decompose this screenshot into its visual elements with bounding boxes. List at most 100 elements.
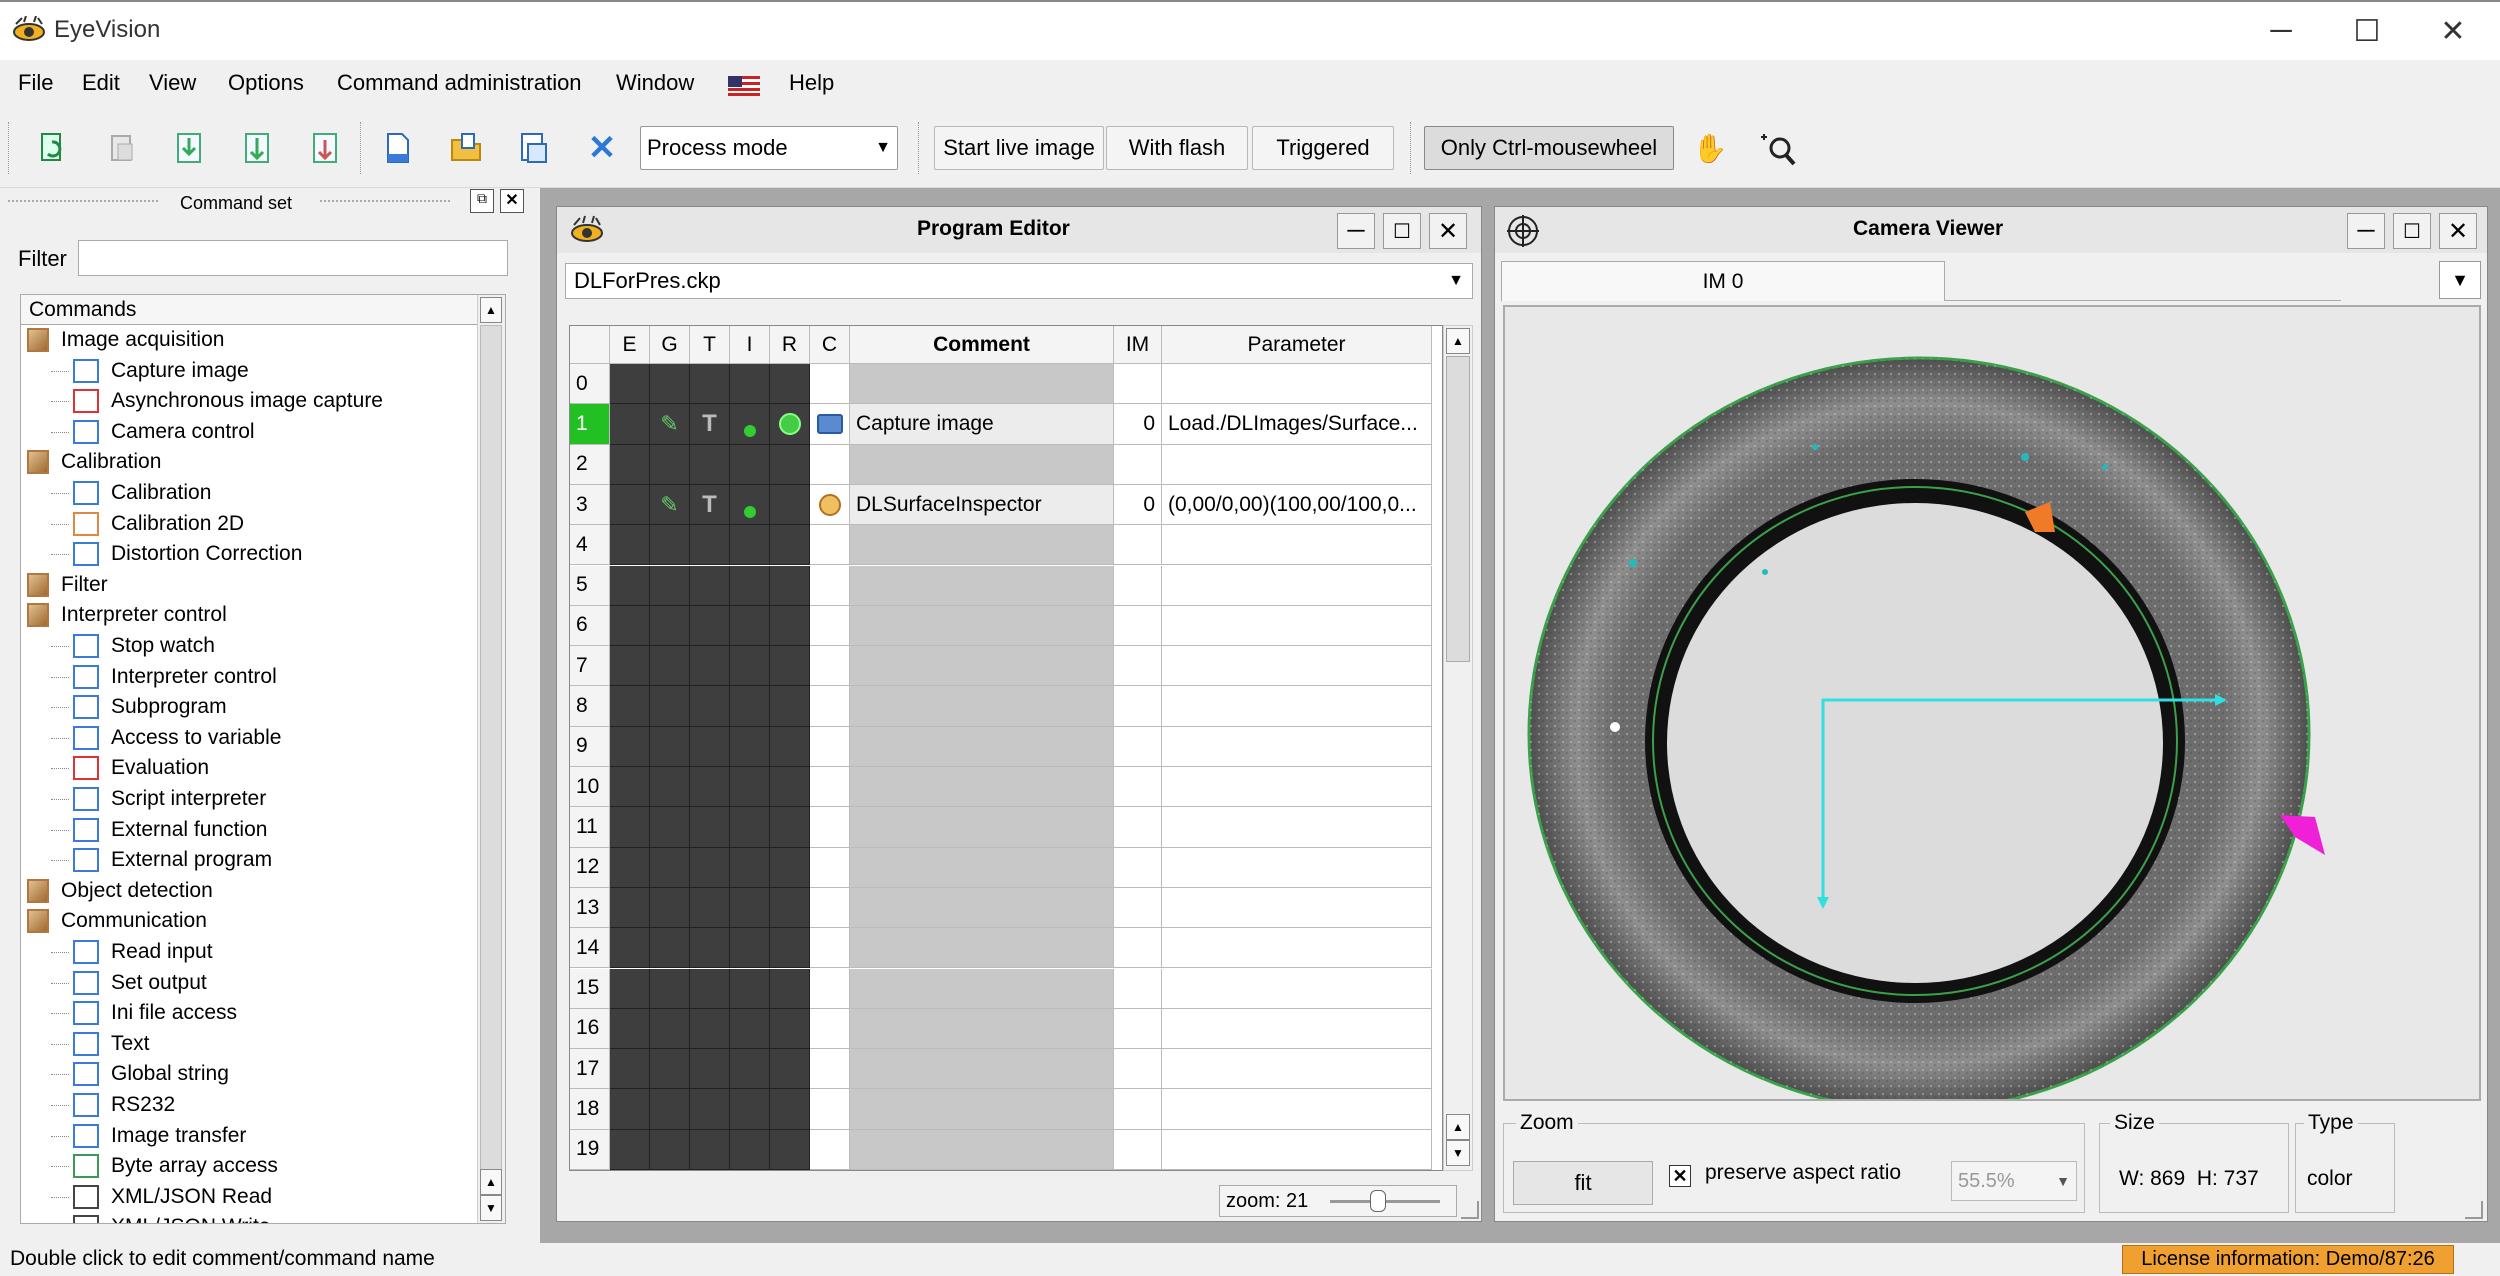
tree-category[interactable]: Object detection: [27, 876, 213, 906]
flag-cell[interactable]: [730, 1008, 770, 1050]
flag-cell[interactable]: T: [690, 484, 730, 526]
new-file-button[interactable]: [376, 126, 420, 170]
tree-item[interactable]: Calibration 2D: [51, 509, 244, 539]
editor-minimize-button[interactable]: ─: [1337, 213, 1375, 249]
flag-cell[interactable]: [690, 605, 730, 647]
im-cell[interactable]: [1114, 686, 1162, 727]
flag-cell[interactable]: [610, 847, 650, 888]
im-cell[interactable]: [1114, 767, 1162, 808]
parameter-cell[interactable]: (0,00/0,00)(100,00/100,0...: [1162, 484, 1432, 526]
flag-cell[interactable]: [610, 1049, 650, 1090]
flag-cell[interactable]: [650, 565, 690, 606]
parameter-cell[interactable]: [1162, 444, 1432, 485]
scroll-thumb[interactable]: [1446, 356, 1470, 662]
im-cell[interactable]: [1114, 565, 1162, 606]
flag-cell[interactable]: [770, 726, 810, 767]
flag-cell[interactable]: [730, 444, 770, 485]
flag-cell[interactable]: [730, 565, 770, 606]
insert-below-button[interactable]: [236, 126, 280, 170]
editor-close-button[interactable]: ✕: [1429, 213, 1467, 249]
flag-cell[interactable]: [770, 807, 810, 848]
comment-cell[interactable]: [850, 767, 1114, 808]
tree-category[interactable]: Calibration: [27, 447, 161, 477]
flag-cell[interactable]: ✎: [650, 484, 690, 526]
flag-cell[interactable]: [690, 1049, 730, 1090]
command-icon-cell[interactable]: [810, 404, 850, 445]
row-number[interactable]: 4: [570, 525, 610, 566]
maximize-button[interactable]: ☐: [2324, 2, 2410, 60]
flag-cell[interactable]: [770, 444, 810, 485]
tree-item[interactable]: XML/JSON Read: [51, 1182, 272, 1212]
flag-cell[interactable]: [650, 686, 690, 727]
flag-cell[interactable]: [730, 686, 770, 727]
license-badge[interactable]: License information: Demo/87:26: [2122, 1245, 2454, 1274]
comment-cell[interactable]: [850, 726, 1114, 767]
comment-cell[interactable]: [850, 1008, 1114, 1050]
command-icon-cell[interactable]: [810, 726, 850, 767]
parameter-cell[interactable]: [1162, 1008, 1432, 1050]
tree-item[interactable]: Ini file access: [51, 998, 237, 1028]
tree-category[interactable]: Communication: [27, 906, 207, 936]
parameter-cell[interactable]: [1162, 364, 1432, 405]
im-cell[interactable]: [1114, 1049, 1162, 1090]
flag-cell[interactable]: [610, 646, 650, 687]
flag-cell[interactable]: [770, 646, 810, 687]
row-number[interactable]: 13: [570, 887, 610, 929]
save-file-button[interactable]: [512, 126, 556, 170]
command-icon-cell[interactable]: [810, 1089, 850, 1130]
parameter-cell[interactable]: [1162, 968, 1432, 1009]
flag-cell[interactable]: [690, 807, 730, 848]
flag-cell[interactable]: [690, 767, 730, 808]
command-icon-cell[interactable]: [810, 444, 850, 485]
row-number[interactable]: 15: [570, 968, 610, 1009]
column-header[interactable]: I: [730, 326, 770, 364]
flag-cell[interactable]: [650, 928, 690, 969]
im-cell[interactable]: 0: [1114, 404, 1162, 445]
menu-command-administration[interactable]: Command administration: [337, 70, 582, 96]
comment-cell[interactable]: [850, 525, 1114, 566]
parameter-cell[interactable]: [1162, 767, 1432, 808]
flag-cell[interactable]: [650, 646, 690, 687]
tree-item[interactable]: Interpreter control: [51, 662, 277, 692]
row-number[interactable]: 12: [570, 847, 610, 888]
comment-cell[interactable]: [850, 605, 1114, 647]
flag-cell[interactable]: ✎: [650, 404, 690, 445]
command-icon-cell[interactable]: [810, 807, 850, 848]
parameter-cell[interactable]: [1162, 847, 1432, 888]
flag-cell[interactable]: [770, 1129, 810, 1170]
flag-cell[interactable]: [730, 1049, 770, 1090]
flag-cell[interactable]: [650, 364, 690, 405]
viewer-close-button[interactable]: ✕: [2439, 213, 2477, 249]
tree-item[interactable]: Text: [51, 1029, 150, 1059]
column-header[interactable]: Parameter: [1162, 326, 1432, 364]
flag-cell[interactable]: [650, 887, 690, 929]
comment-cell[interactable]: [850, 1049, 1114, 1090]
command-icon-cell[interactable]: [810, 646, 850, 687]
flag-cell[interactable]: [610, 767, 650, 808]
flag-cell[interactable]: [730, 928, 770, 969]
comment-cell[interactable]: DLSurfaceInspector: [850, 484, 1114, 526]
flag-cell[interactable]: [650, 807, 690, 848]
tree-item[interactable]: Calibration: [51, 478, 211, 508]
im-cell[interactable]: [1114, 444, 1162, 485]
flag-cell[interactable]: [650, 1008, 690, 1050]
im-cell[interactable]: [1114, 1008, 1162, 1050]
comment-cell[interactable]: [850, 847, 1114, 888]
flag-cell[interactable]: [730, 364, 770, 405]
tree-category[interactable]: Filter: [27, 570, 108, 600]
tree-category[interactable]: Image acquisition: [27, 325, 224, 355]
flag-cell[interactable]: [770, 525, 810, 566]
flag-cell[interactable]: [690, 686, 730, 727]
flag-cell[interactable]: [690, 1129, 730, 1170]
row-number[interactable]: 19: [570, 1129, 610, 1170]
resize-grip[interactable]: [1461, 1201, 1479, 1219]
minimize-button[interactable]: ─: [2238, 2, 2324, 60]
tree-item[interactable]: RS232: [51, 1090, 175, 1120]
im-cell[interactable]: [1114, 646, 1162, 687]
flag-cell[interactable]: [730, 968, 770, 1009]
flag-cell[interactable]: [610, 887, 650, 929]
flag-cell[interactable]: [730, 887, 770, 929]
im-cell[interactable]: [1114, 928, 1162, 969]
flag-cell[interactable]: [770, 887, 810, 929]
flag-cell[interactable]: [650, 847, 690, 888]
